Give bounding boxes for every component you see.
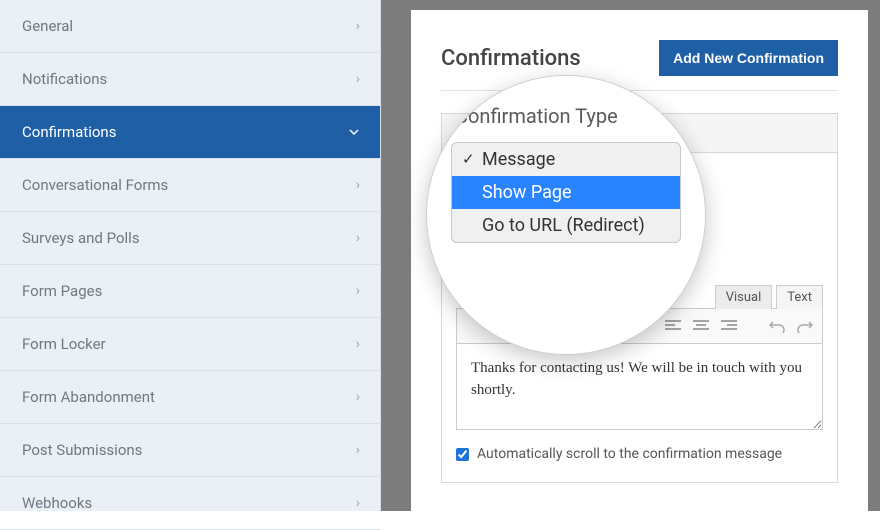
settings-sidebar: General › Notifications › Confirmations … — [0, 0, 381, 511]
sidebar-item-notifications[interactable]: Notifications › — [0, 53, 380, 106]
type-option-redirect[interactable]: Go to URL (Redirect) — [452, 209, 680, 242]
sidebar-item-label: Form Locker — [22, 335, 106, 353]
chevron-right-icon: › — [356, 442, 360, 458]
check-icon: ✓ — [462, 150, 475, 168]
chevron-right-icon: › — [356, 177, 360, 193]
align-center-icon[interactable] — [692, 317, 710, 335]
sidebar-item-surveys-polls[interactable]: Surveys and Polls › — [0, 212, 380, 265]
option-label: Go to URL (Redirect) — [482, 215, 645, 236]
sidebar-item-general[interactable]: General › — [0, 0, 380, 53]
sidebar-item-post-submissions[interactable]: Post Submissions › — [0, 424, 380, 477]
redo-icon[interactable] — [796, 317, 814, 335]
confirmation-type-select[interactable]: ✓ Message Show Page Go to URL (Redirect) — [451, 142, 681, 243]
sidebar-item-conversational-forms[interactable]: Conversational Forms › — [0, 159, 380, 212]
option-label: Message — [482, 149, 555, 170]
sidebar-item-confirmations[interactable]: Confirmations — [0, 106, 380, 159]
chevron-right-icon: › — [356, 230, 360, 246]
zoom-lens: Confirmation Type ✓ Message Show Page Go… — [426, 75, 706, 355]
sidebar-item-label: Webhooks — [22, 494, 92, 512]
sidebar-item-form-abandonment[interactable]: Form Abandonment › — [0, 371, 380, 424]
confirmation-type-label: Confirmation Type — [455, 104, 685, 128]
undo-icon[interactable] — [768, 317, 786, 335]
sidebar-item-form-pages[interactable]: Form Pages › — [0, 265, 380, 318]
sidebar-item-label: Confirmations — [22, 123, 116, 141]
option-label: Show Page — [482, 182, 572, 203]
sidebar-item-label: Conversational Forms — [22, 176, 168, 194]
type-option-show-page[interactable]: Show Page — [452, 176, 680, 209]
editor-tab-text[interactable]: Text — [776, 285, 823, 309]
sidebar-item-label: Form Abandonment — [22, 388, 155, 406]
chevron-down-icon — [348, 126, 360, 138]
sidebar-item-label: Surveys and Polls — [22, 229, 140, 247]
chevron-right-icon: › — [356, 18, 360, 34]
chevron-right-icon: › — [356, 71, 360, 87]
auto-scroll-checkbox[interactable] — [456, 448, 469, 461]
align-left-icon[interactable] — [664, 317, 682, 335]
sidebar-item-label: General — [22, 17, 73, 35]
message-textarea[interactable]: Thanks for contacting us! We will be in … — [456, 344, 823, 430]
align-right-icon[interactable] — [720, 317, 738, 335]
sidebar-item-label: Notifications — [22, 70, 107, 88]
auto-scroll-label: Automatically scroll to the confirmation… — [477, 446, 782, 462]
panel-title: Confirmations — [441, 46, 581, 71]
chevron-right-icon: › — [356, 495, 360, 511]
chevron-right-icon: › — [356, 389, 360, 405]
editor-tab-visual[interactable]: Visual — [715, 285, 773, 309]
type-option-message[interactable]: ✓ Message — [452, 143, 680, 176]
sidebar-item-label: Post Submissions — [22, 441, 142, 459]
chevron-right-icon: › — [356, 336, 360, 352]
sidebar-item-form-locker[interactable]: Form Locker › — [0, 318, 380, 371]
sidebar-item-webhooks[interactable]: Webhooks › — [0, 477, 380, 530]
add-confirmation-button[interactable]: Add New Confirmation — [659, 40, 838, 76]
auto-scroll-row[interactable]: Automatically scroll to the confirmation… — [456, 446, 823, 462]
confirmations-panel: Confirmations Add New Confirmation Def V… — [411, 10, 868, 511]
sidebar-item-label: Form Pages — [22, 282, 102, 300]
chevron-right-icon: › — [356, 283, 360, 299]
